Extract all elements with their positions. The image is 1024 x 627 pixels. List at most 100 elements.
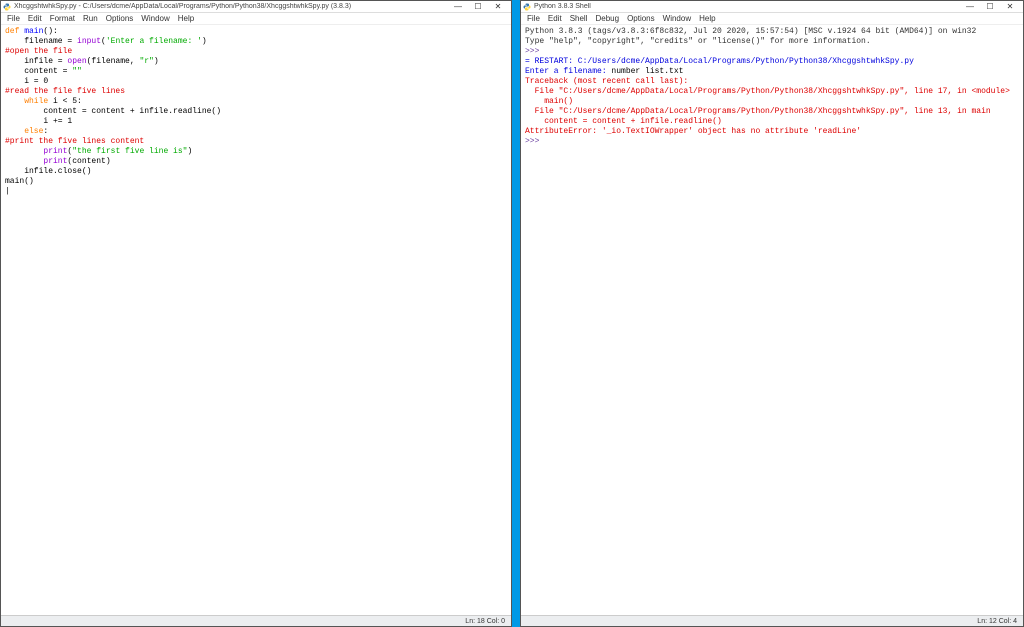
code-line: Traceback (most recent call last):: [525, 77, 1019, 87]
code-token: ): [187, 147, 192, 156]
code-line: #read the file five lines: [5, 87, 507, 97]
code-line: >>>: [525, 137, 1019, 147]
menu-help[interactable]: Help: [699, 14, 715, 23]
code-token: content = content + infile.readline(): [525, 117, 722, 126]
minimize-button[interactable]: —: [965, 2, 975, 12]
editor-window: XhcggshtwhkSpy.py - C:/Users/dcme/AppDat…: [0, 0, 512, 627]
code-line: Type "help", "copyright", "credits" or "…: [525, 37, 1019, 47]
code-token: input: [77, 37, 101, 46]
menu-shell[interactable]: Shell: [570, 14, 588, 23]
editor-title: XhcggshtwhkSpy.py - C:/Users/dcme/AppDat…: [14, 3, 351, 10]
code-line: |: [5, 187, 507, 197]
code-token: print: [43, 147, 67, 156]
code-line: infile.close(): [5, 167, 507, 177]
desktop: XhcggshtwhkSpy.py - C:/Users/dcme/AppDat…: [0, 0, 1024, 627]
code-token: (content): [67, 157, 110, 166]
code-token: |: [5, 187, 10, 196]
code-line: infile = open(filename, "r"): [5, 57, 507, 67]
code-line: #open the file: [5, 47, 507, 57]
code-token: :: [43, 127, 48, 136]
code-token: (filename,: [87, 57, 140, 66]
code-editor[interactable]: def main(): filename = input('Enter a fi…: [1, 25, 511, 615]
code-token: #open the file: [5, 47, 72, 56]
editor-menubar: File Edit Format Run Options Window Help: [1, 13, 511, 25]
menu-window[interactable]: Window: [663, 14, 691, 23]
code-token: filename =: [5, 37, 77, 46]
code-token: def: [5, 27, 24, 36]
menu-format[interactable]: Format: [50, 14, 75, 23]
code-token: File "C:/Users/dcme/AppData/Local/Progra…: [525, 87, 1010, 96]
minimize-button[interactable]: —: [453, 2, 463, 12]
code-token: else: [24, 127, 43, 136]
code-line: AttributeError: '_io.TextIOWrapper' obje…: [525, 127, 1019, 137]
code-token: "": [72, 67, 82, 76]
code-token: main: [24, 27, 43, 36]
menu-options[interactable]: Options: [627, 14, 655, 23]
window-controls: — ☐ ✕: [453, 2, 509, 12]
python-icon: [523, 3, 531, 11]
editor-statusbar: Ln: 18 Col: 0: [1, 615, 511, 626]
shell-cursor-position: Ln: 12 Col: 4: [977, 618, 1017, 625]
code-token: while: [24, 97, 48, 106]
shell-menubar: File Edit Shell Debug Options Window Help: [521, 13, 1023, 25]
code-line: Python 3.8.3 (tags/v3.8.3:6f8c832, Jul 2…: [525, 27, 1019, 37]
code-line: = RESTART: C:/Users/dcme/AppData/Local/P…: [525, 57, 1019, 67]
code-token: 'Enter a filename: ': [106, 37, 202, 46]
code-token: "the first five line is": [72, 147, 187, 156]
code-token: ():: [43, 27, 57, 36]
menu-run[interactable]: Run: [83, 14, 98, 23]
code-line: main(): [5, 177, 507, 187]
code-line: else:: [5, 127, 507, 137]
close-button[interactable]: ✕: [1005, 2, 1015, 12]
code-token: Python 3.8.3 (tags/v3.8.3:6f8c832, Jul 2…: [525, 27, 976, 36]
code-line: main(): [525, 97, 1019, 107]
code-token: #read the file five lines: [5, 87, 125, 96]
code-token: i += 1: [5, 117, 72, 126]
code-token: "r": [139, 57, 153, 66]
code-line: print("the first five line is"): [5, 147, 507, 157]
code-token: Enter a filename:: [525, 67, 611, 76]
window-controls: — ☐ ✕: [965, 2, 1021, 12]
code-token: Type "help", "copyright", "credits" or "…: [525, 37, 871, 46]
code-token: i < 5:: [48, 97, 82, 106]
code-token: ): [154, 57, 159, 66]
code-token: [5, 157, 43, 166]
code-token: main(): [525, 97, 573, 106]
code-token: >>>: [525, 47, 544, 56]
menu-edit[interactable]: Edit: [28, 14, 42, 23]
code-line: content = content + infile.readline(): [5, 107, 507, 117]
code-line: i = 0: [5, 77, 507, 87]
menu-help[interactable]: Help: [178, 14, 194, 23]
code-token: [5, 147, 43, 156]
menu-options[interactable]: Options: [106, 14, 134, 23]
code-token: infile =: [5, 57, 67, 66]
code-token: File "C:/Users/dcme/AppData/Local/Progra…: [525, 107, 991, 116]
window-divider[interactable]: [512, 0, 520, 627]
maximize-button[interactable]: ☐: [985, 2, 995, 12]
code-token: main(): [5, 177, 34, 186]
code-line: content = "": [5, 67, 507, 77]
menu-edit[interactable]: Edit: [548, 14, 562, 23]
close-button[interactable]: ✕: [493, 2, 503, 12]
shell-output[interactable]: Python 3.8.3 (tags/v3.8.3:6f8c832, Jul 2…: [521, 25, 1023, 615]
code-line: print(content): [5, 157, 507, 167]
code-token: number list.txt: [611, 67, 683, 76]
menu-file[interactable]: File: [527, 14, 540, 23]
shell-statusbar: Ln: 12 Col: 4: [521, 615, 1023, 626]
menu-file[interactable]: File: [7, 14, 20, 23]
menu-window[interactable]: Window: [141, 14, 169, 23]
code-line: File "C:/Users/dcme/AppData/Local/Progra…: [525, 87, 1019, 97]
code-token: #print the five lines content: [5, 137, 144, 146]
code-token: infile.close(): [5, 167, 91, 176]
code-token: = RESTART: C:/Users/dcme/AppData/Local/P…: [525, 57, 914, 66]
code-line: filename = input('Enter a filename: '): [5, 37, 507, 47]
code-token: [5, 127, 24, 136]
menu-debug[interactable]: Debug: [595, 14, 619, 23]
code-token: open: [67, 57, 86, 66]
maximize-button[interactable]: ☐: [473, 2, 483, 12]
editor-titlebar[interactable]: XhcggshtwhkSpy.py - C:/Users/dcme/AppDat…: [1, 1, 511, 13]
python-icon: [3, 3, 11, 11]
code-line: #print the five lines content: [5, 137, 507, 147]
code-token: content =: [5, 67, 72, 76]
shell-titlebar[interactable]: Python 3.8.3 Shell — ☐ ✕: [521, 1, 1023, 13]
